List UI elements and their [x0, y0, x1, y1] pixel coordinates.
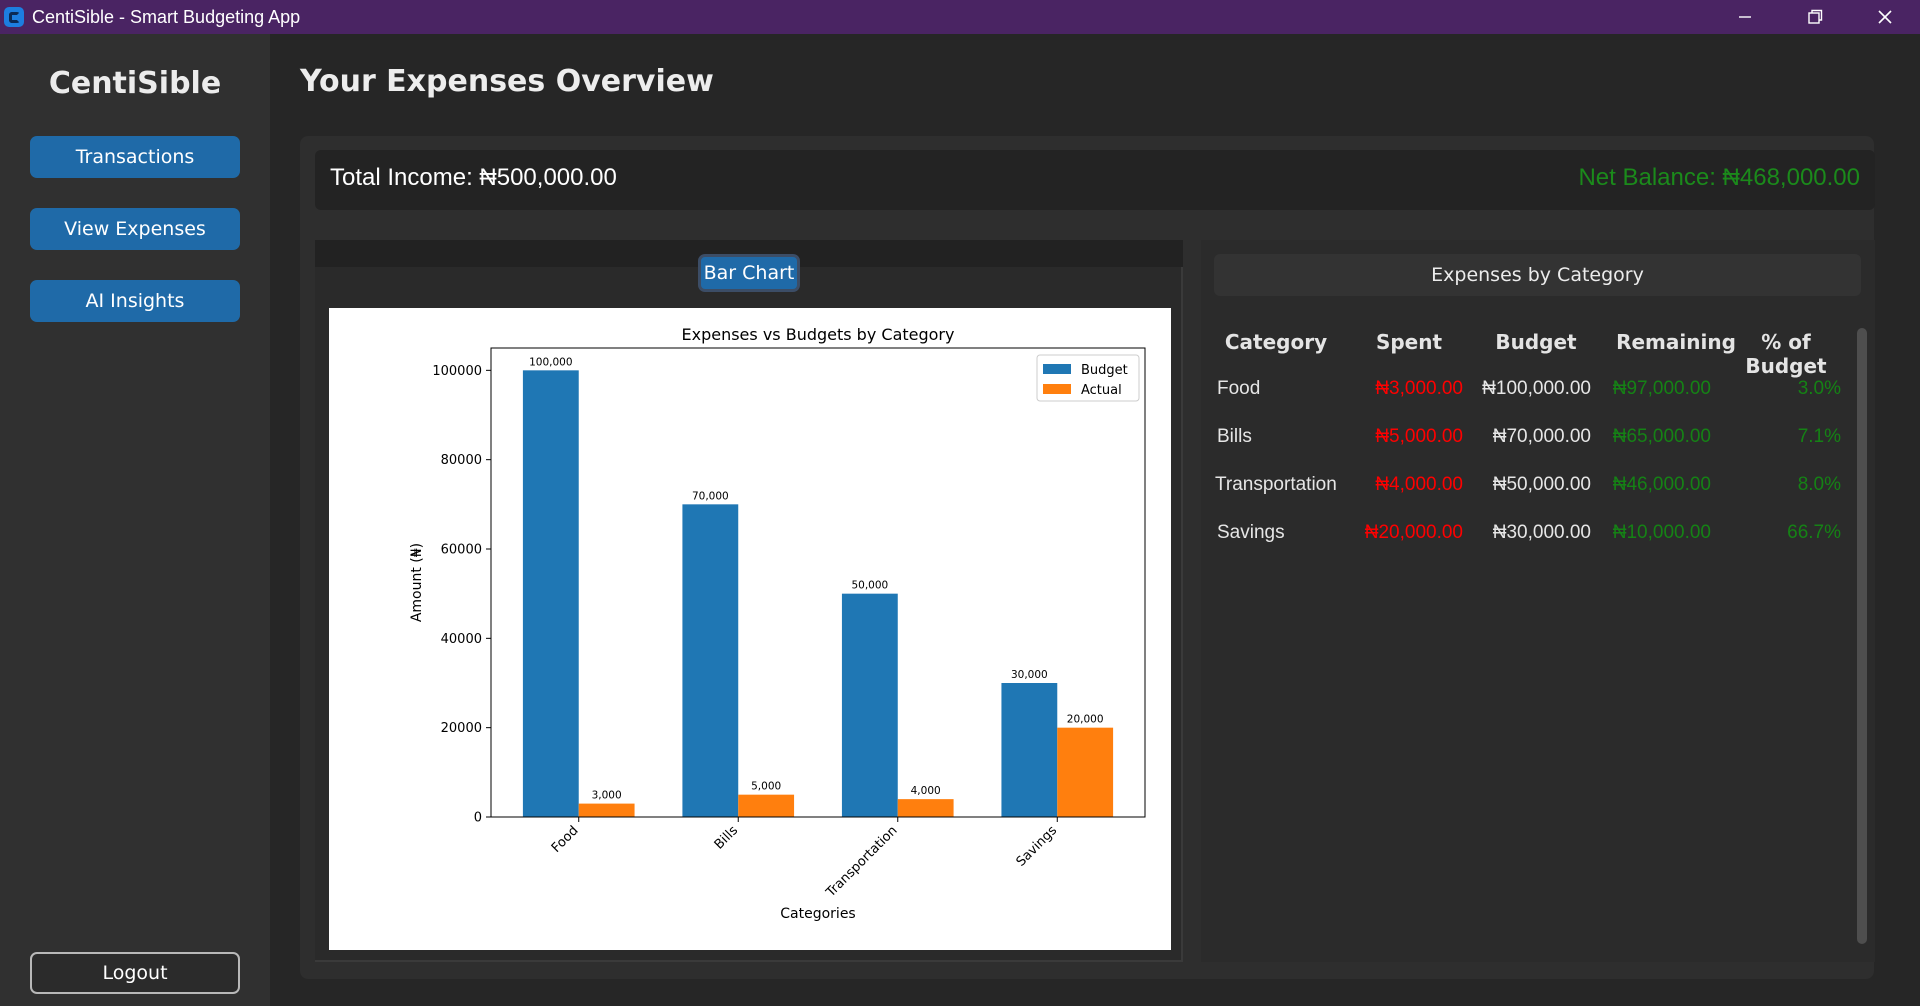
total-income: Total Income: ₦500,000.00: [330, 164, 617, 191]
sidebar: CentiSible Transactions View Expenses AI…: [0, 34, 270, 1006]
chart-legend-swatch: [1043, 364, 1071, 374]
transactions-button[interactable]: Transactions: [30, 136, 240, 178]
window-title: CentiSible - Smart Budgeting App: [32, 6, 301, 27]
chart-data-label: 20,000: [1067, 714, 1104, 726]
chart-bar-actual: [897, 799, 954, 817]
close-icon: [1878, 10, 1892, 24]
tab-bar-chart[interactable]: Bar Chart: [698, 254, 800, 292]
chart-data-label: 3,000: [592, 790, 622, 802]
chart-data-label: 4,000: [911, 785, 941, 797]
cell-budget: ₦30,000.00: [1492, 522, 1591, 543]
logout-button[interactable]: Logout: [30, 952, 240, 994]
cell-budget: ₦70,000.00: [1492, 426, 1591, 447]
restore-icon: [1808, 9, 1823, 24]
cell-percent: 8.0%: [1797, 474, 1841, 495]
window-controls: [1710, 0, 1920, 34]
chart-x-tick-label: Bills: [712, 823, 742, 853]
cell-budget: ₦100,000.00: [1482, 378, 1591, 399]
chart-y-tick-label: 20000: [441, 721, 482, 736]
category-table-panel: Expenses by Category Category Spent Budg…: [1201, 240, 1875, 962]
minimize-icon: [1739, 16, 1751, 18]
chart-y-tick-label: 60000: [441, 543, 482, 558]
column-header-spent: Spent: [1375, 330, 1443, 354]
chart-bar-budget: [682, 504, 739, 817]
cell-remaining: ₦97,000.00: [1612, 378, 1711, 399]
minimize-button[interactable]: [1710, 0, 1780, 34]
chart-title: Expenses vs Budgets by Category: [682, 325, 955, 344]
chart-data-label: 5,000: [751, 781, 781, 793]
chart-area: Expenses vs Budgets by Category 100,000 70…: [329, 308, 1171, 950]
chart-y-axis-label: Amount (₦): [409, 543, 425, 622]
restore-button[interactable]: [1780, 0, 1850, 34]
chart-legend-swatch: [1043, 384, 1071, 394]
cell-remaining: ₦65,000.00: [1612, 426, 1711, 447]
chart-x-tick-label: Transportation: [823, 823, 901, 901]
cell-spent: ₦5,000.00: [1375, 426, 1463, 447]
chart-bar-budget: [841, 593, 898, 817]
chart-panel: Bar Chart Expenses vs Budgets by Categor…: [315, 240, 1183, 962]
chart-data-label: 100,000: [529, 356, 572, 368]
cell-spent: ₦4,000.00: [1375, 474, 1463, 495]
chart-data-label: 70,000: [692, 490, 729, 502]
chart-bar-actual: [578, 803, 635, 817]
cell-budget: ₦50,000.00: [1492, 474, 1591, 495]
chart-x-tick-label: Savings: [1014, 823, 1061, 870]
summary-bar: Total Income: ₦500,000.00 Net Balance: ₦…: [315, 150, 1875, 210]
chart-y-tick-label: 0: [474, 811, 482, 826]
page-title: Your Expenses Overview: [300, 64, 714, 99]
chart-x-axis-label: Categories: [780, 906, 855, 922]
view-expenses-button[interactable]: View Expenses: [30, 208, 240, 250]
chart-x-tick-label: Food: [549, 823, 582, 856]
ai-insights-button[interactable]: AI Insights: [30, 280, 240, 322]
chart-legend-label: Budget: [1081, 363, 1128, 378]
brand-title: CentiSible: [48, 66, 222, 101]
table-title: Expenses by Category: [1214, 254, 1861, 296]
cell-remaining: ₦46,000.00: [1612, 474, 1711, 495]
cell-category: Transportation: [1215, 474, 1337, 495]
bar-chart: Expenses vs Budgets by Category 100,000 70…: [409, 325, 1146, 922]
chart-bar-budget: [522, 370, 579, 817]
chart-data-label: 50,000: [851, 580, 888, 592]
close-button[interactable]: [1850, 0, 1920, 34]
net-balance: Net Balance: ₦468,000.00: [1578, 164, 1860, 191]
column-header-budget: Budget: [1495, 330, 1577, 354]
chart-data-label: 30,000: [1011, 669, 1048, 681]
cell-spent: ₦3,000.00: [1375, 378, 1463, 399]
cell-percent: 3.0%: [1797, 378, 1841, 399]
cell-percent: 7.1%: [1797, 426, 1841, 447]
chart-bar-actual: [738, 794, 795, 817]
chart-bar-budget: [1001, 683, 1058, 817]
chart-y-tick-label: 100000: [432, 364, 482, 379]
cell-spent: ₦20,000.00: [1364, 522, 1463, 543]
table-scrollbar[interactable]: [1857, 328, 1867, 944]
chart-bar-actual: [1057, 727, 1114, 817]
column-header-category: Category: [1224, 330, 1328, 354]
cell-percent: 66.7%: [1787, 522, 1841, 543]
cell-remaining: ₦10,000.00: [1612, 522, 1711, 543]
chart-y-tick-label: 80000: [441, 453, 482, 468]
column-header-percent: % of Budget: [1745, 330, 1827, 378]
app-logo-icon: [4, 7, 24, 27]
chart-y-tick-label: 40000: [441, 632, 482, 647]
chart-legend-label: Actual: [1081, 383, 1122, 398]
title-bar: CentiSible - Smart Budgeting App: [0, 0, 1920, 34]
